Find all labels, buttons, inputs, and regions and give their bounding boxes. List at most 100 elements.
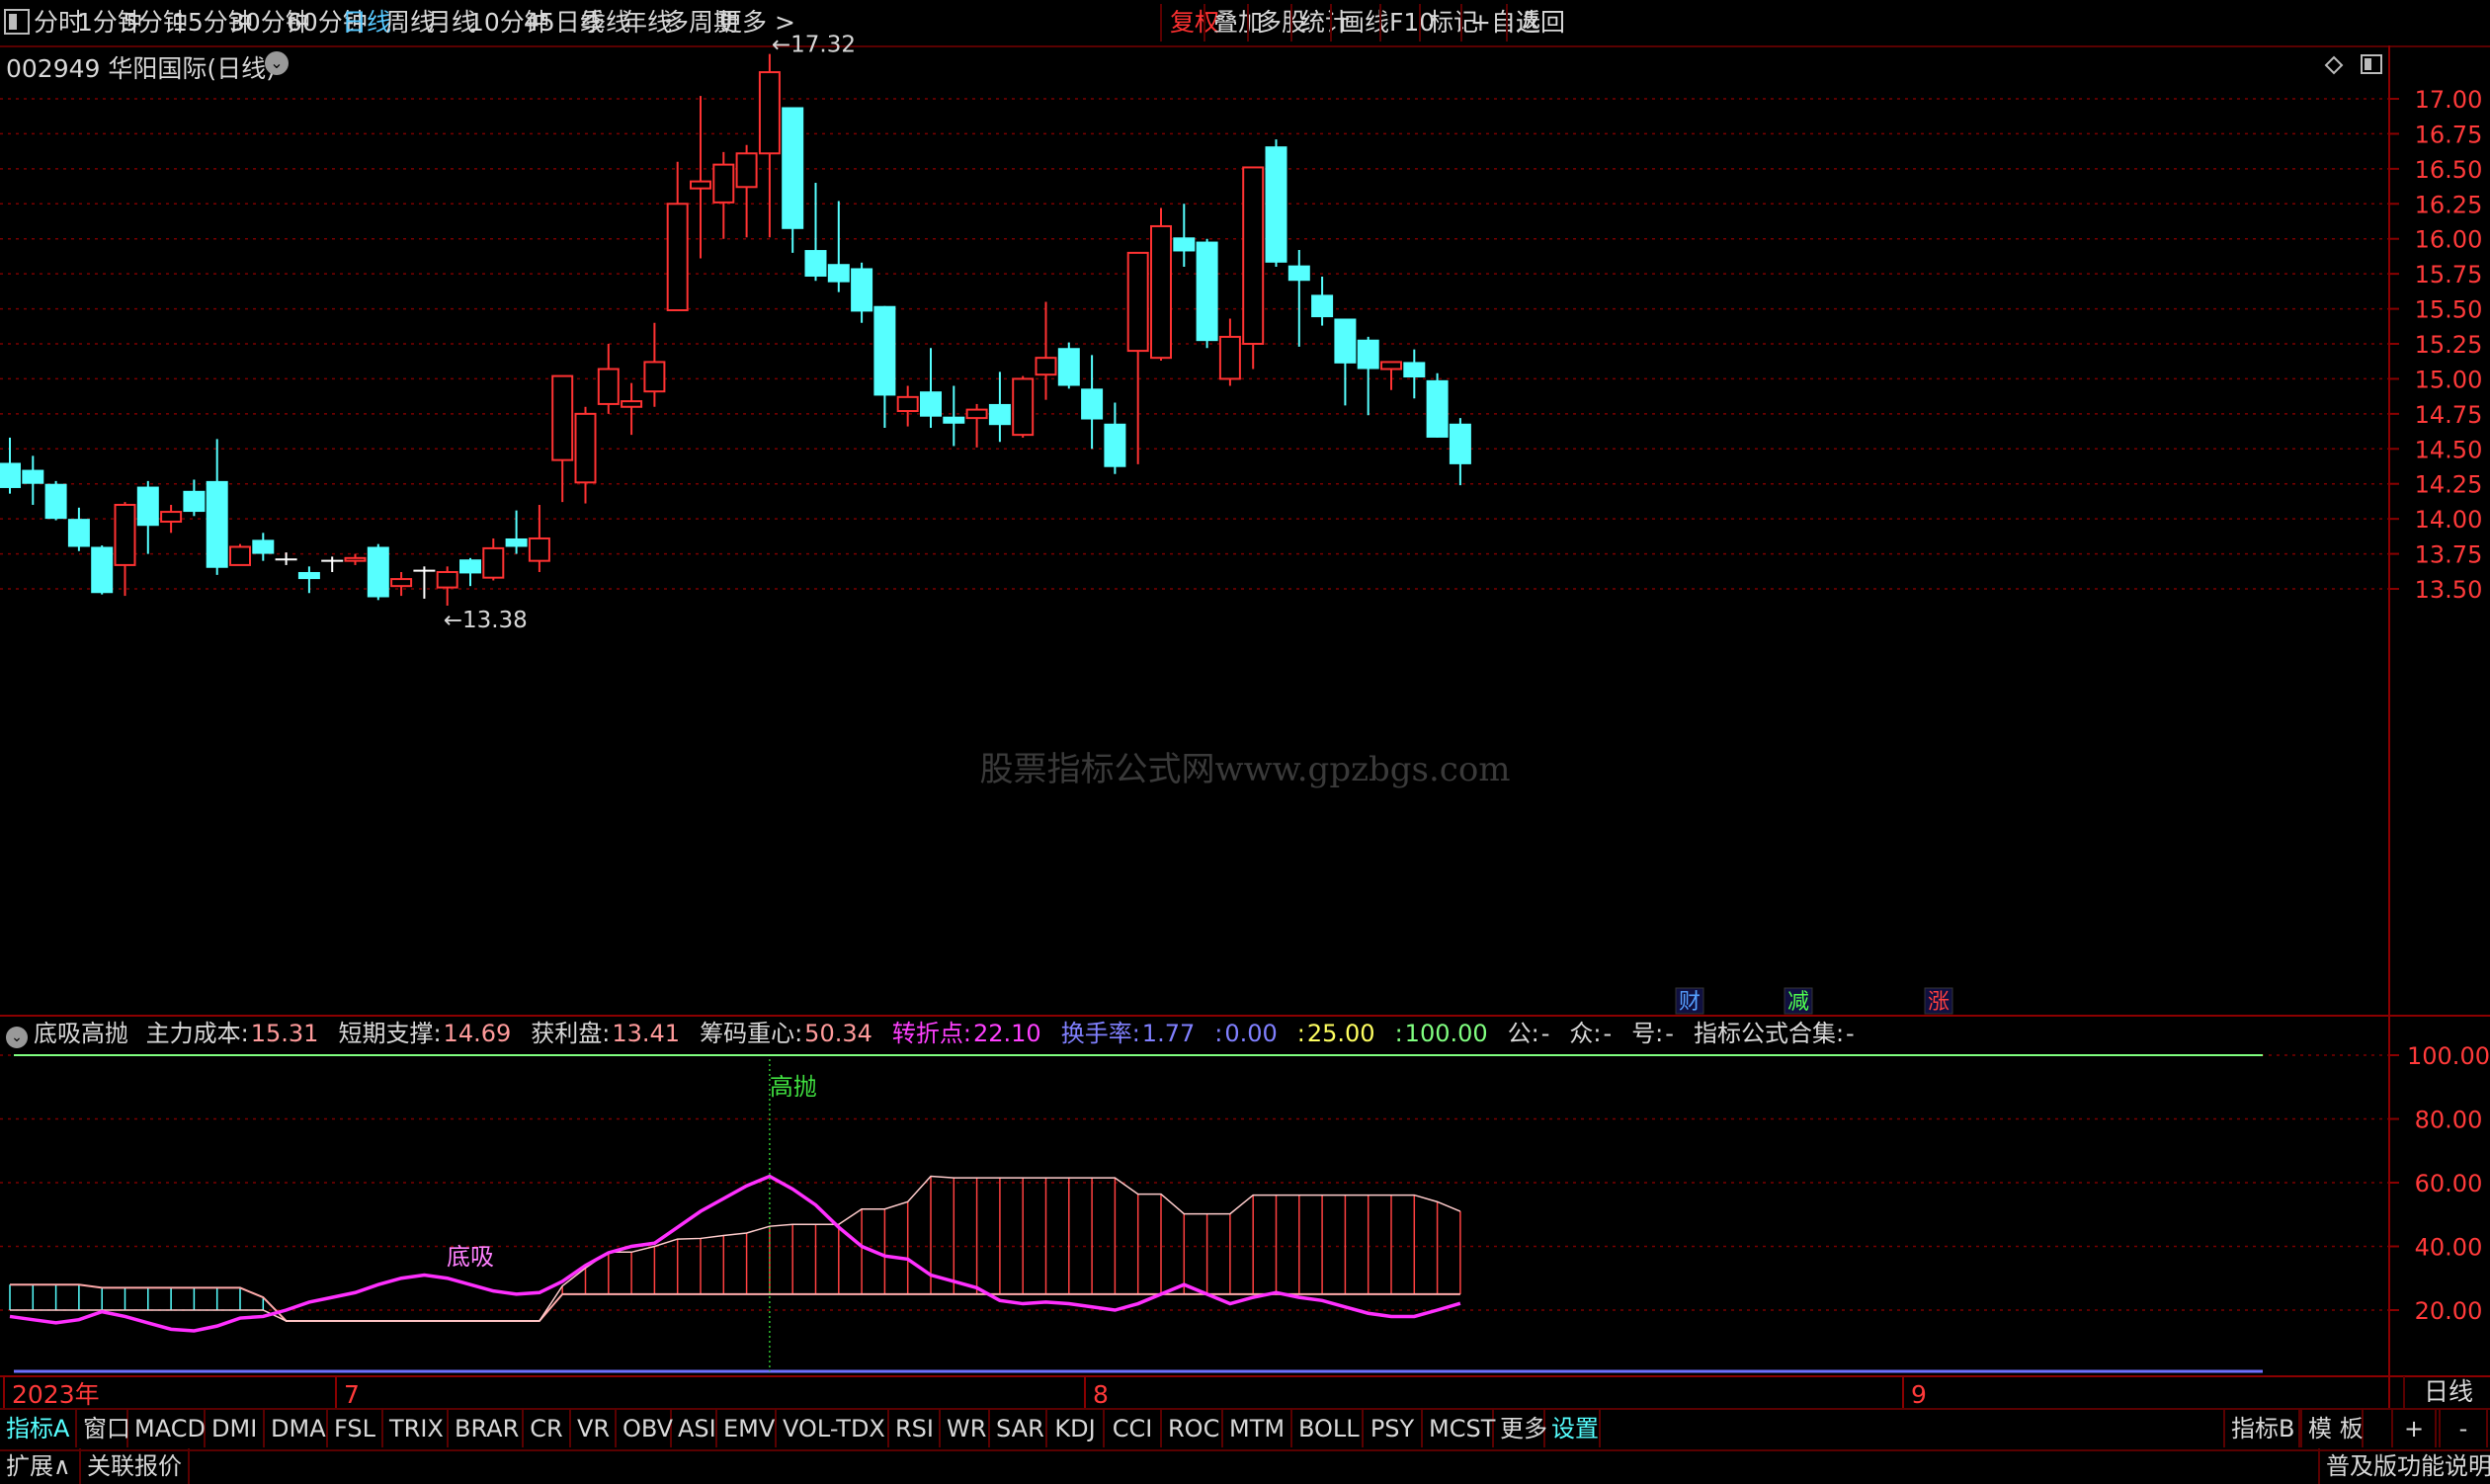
- price-axis-label: 17.00: [2415, 86, 2483, 114]
- candle: [1035, 301, 1057, 400]
- indicator-field-8: :100.00: [1395, 1020, 1498, 1047]
- status-item-1[interactable]: 关联报价: [81, 1448, 190, 1484]
- candle: [1242, 166, 1265, 370]
- tab-dmi[interactable]: DMI: [206, 1410, 265, 1447]
- indicator-field-label: :: [1296, 1020, 1305, 1047]
- tab-right-0[interactable]: 指标B: [2223, 1410, 2300, 1447]
- feature-help-link[interactable]: 普及版功能说明: [2318, 1448, 2490, 1484]
- indicator-field-value: 50.34: [804, 1020, 872, 1047]
- candle: [1449, 418, 1471, 486]
- indicator-field-6: :0.00: [1214, 1020, 1287, 1047]
- candle: [943, 385, 965, 447]
- indicator-field-value: 22.10: [972, 1020, 1041, 1047]
- price-axis-label: 15.25: [2415, 331, 2483, 359]
- tab-boll[interactable]: BOLL: [1292, 1410, 1364, 1447]
- tab-brar[interactable]: BRAR: [449, 1410, 524, 1447]
- tab-psy[interactable]: PSY: [1364, 1410, 1423, 1447]
- candle: [1126, 251, 1149, 464]
- status-item-0[interactable]: 扩展∧: [0, 1448, 81, 1484]
- tab-right-3[interactable]: -: [2439, 1410, 2488, 1447]
- candle: [782, 107, 804, 253]
- candle: [804, 183, 827, 282]
- tab-dma[interactable]: DMA: [265, 1410, 328, 1447]
- tab-窗口[interactable]: 窗口: [77, 1410, 130, 1447]
- watermark: 股票指标公式网www.gpzbgs.com: [979, 750, 1510, 789]
- tab-sar[interactable]: SAR: [990, 1410, 1047, 1447]
- indicator-name: 底吸高抛: [34, 1020, 128, 1047]
- indicator-axis-label: 40.00: [2415, 1234, 2483, 1262]
- candle: [896, 385, 919, 427]
- indicator-header: ⌄ 底吸高抛 主力成本:15.31 短期支撑:14.69 获利盘:13.41 筹码重心:…: [0, 1016, 1884, 1051]
- candle: [321, 556, 344, 572]
- candle: [1173, 204, 1196, 268]
- candle: [1265, 139, 1287, 268]
- candle: [873, 305, 896, 429]
- tab-obv[interactable]: OBV: [617, 1410, 673, 1447]
- indicator-field-9: 公:-: [1508, 1020, 1560, 1047]
- indicator-field-value: 25.00: [1306, 1020, 1375, 1047]
- indicator-field-10: 众:-: [1569, 1020, 1621, 1047]
- tab-fsl[interactable]: FSL: [328, 1410, 383, 1447]
- price-axis-label: 15.75: [2415, 261, 2483, 289]
- tab-emv[interactable]: EMV: [717, 1410, 777, 1447]
- candle: [91, 545, 114, 595]
- indicator-field-label: 短期支撑:: [338, 1020, 442, 1047]
- sell-signal-label: 高抛: [770, 1073, 817, 1101]
- candle: [160, 504, 183, 534]
- tab-mtm[interactable]: MTM: [1223, 1410, 1292, 1447]
- price-axis-label: 15.00: [2415, 366, 2483, 393]
- candle: [1150, 207, 1172, 362]
- svg-text:涨: 涨: [1928, 990, 1950, 1015]
- date-axis-label: 2023年: [12, 1380, 100, 1409]
- candle: [367, 543, 389, 601]
- candle: [67, 507, 90, 551]
- turning-point-line: [9, 1174, 1461, 1333]
- event-marker[interactable]: 减: [1784, 987, 1813, 1015]
- price-axis-label: 14.75: [2415, 401, 2483, 429]
- indicator-field-value: -: [1665, 1020, 1674, 1047]
- tab-roc[interactable]: ROC: [1162, 1410, 1223, 1447]
- candle: [1380, 361, 1402, 390]
- chart-settings-icons[interactable]: [2324, 54, 2382, 75]
- price-axis-label: 16.50: [2415, 156, 2483, 184]
- tab-asi[interactable]: ASI: [672, 1410, 717, 1447]
- tab-macd[interactable]: MACD: [128, 1410, 206, 1447]
- tab-cci[interactable]: CCI: [1105, 1410, 1162, 1447]
- tab-trix[interactable]: TRIX: [383, 1410, 449, 1447]
- tab-rsi[interactable]: RSI: [889, 1410, 941, 1447]
- candle: [851, 262, 873, 323]
- price-axis-label: 15.50: [2415, 296, 2483, 324]
- indicator-field-label: :: [1394, 1020, 1403, 1047]
- indicator-field-4: 转折点:22.10: [892, 1020, 1051, 1047]
- price-axis-label: 13.50: [2415, 576, 2483, 604]
- candle: [988, 371, 1011, 443]
- date-axis-label: 8: [1093, 1380, 1109, 1409]
- tab-设置[interactable]: 设置: [1545, 1410, 1601, 1447]
- tab-cr[interactable]: CR: [524, 1410, 571, 1447]
- indicator-axis-label: 60.00: [2415, 1170, 2483, 1197]
- tab-right-2[interactable]: +: [2391, 1410, 2437, 1447]
- candle: [1287, 250, 1310, 347]
- tab-指标a[interactable]: 指标A: [0, 1410, 77, 1447]
- tab-mcst[interactable]: MCST: [1423, 1410, 1495, 1447]
- candle: [44, 480, 67, 521]
- indicator-field-7: :25.00: [1297, 1020, 1385, 1047]
- indicator-dropdown-icon[interactable]: ⌄: [6, 1027, 28, 1048]
- low-price-label: ←13.38: [444, 608, 528, 633]
- buy-signal-label: 底吸: [447, 1243, 494, 1271]
- candle: [528, 504, 550, 572]
- price-axis-label: 16.75: [2415, 121, 2483, 148]
- tab-vr[interactable]: VR: [571, 1410, 617, 1447]
- tab-right-1[interactable]: 模 板: [2300, 1410, 2364, 1447]
- tab-wr[interactable]: WR: [941, 1410, 990, 1447]
- indicator-axis-label: 100.00: [2407, 1042, 2490, 1070]
- candle: [183, 479, 206, 517]
- indicator-axis-label: 20.00: [2415, 1297, 2483, 1325]
- tab-更多[interactable]: 更多: [1494, 1410, 1547, 1447]
- indicator-field-value: 100.00: [1404, 1020, 1488, 1047]
- tab-kdj[interactable]: KDJ: [1047, 1410, 1105, 1447]
- event-marker[interactable]: 财: [1675, 987, 1704, 1015]
- event-marker[interactable]: 涨: [1924, 987, 1953, 1015]
- tab-vol-tdx[interactable]: VOL-TDX: [777, 1410, 889, 1447]
- date-axis-label: 7: [344, 1380, 360, 1409]
